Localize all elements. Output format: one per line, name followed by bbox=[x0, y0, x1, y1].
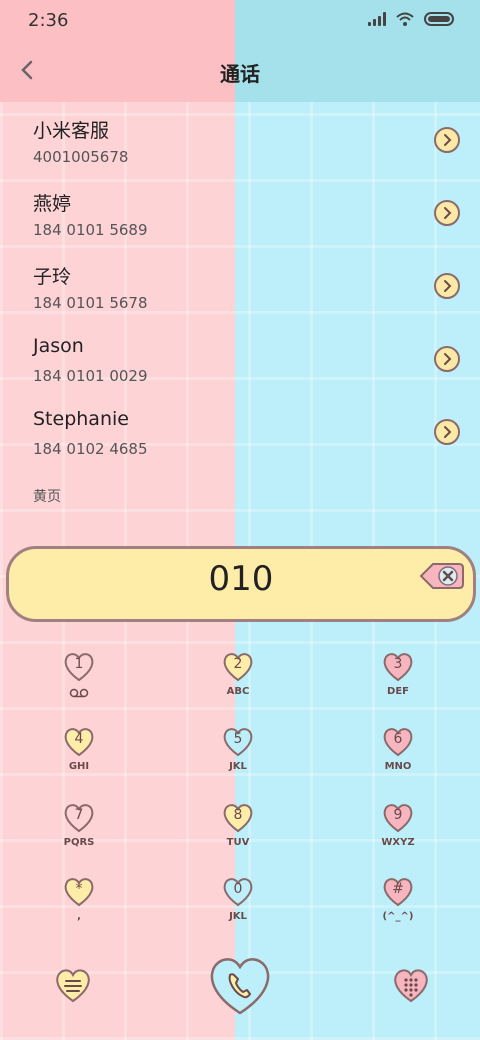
key-letters: ABC bbox=[226, 686, 250, 697]
contact-phone: 184 0101 5689 bbox=[33, 221, 148, 239]
backspace-icon[interactable] bbox=[419, 561, 465, 591]
key-digit: # bbox=[392, 881, 404, 897]
contact-phone: 184 0102 4685 bbox=[33, 440, 148, 458]
key-2[interactable]: 2 ABC bbox=[198, 652, 278, 722]
contact-row[interactable]: 小米客服 4001005678 bbox=[0, 116, 480, 188]
contact-row[interactable]: 燕婷 184 0101 5689 bbox=[0, 189, 480, 261]
key-0[interactable]: 0 JKL bbox=[198, 877, 278, 947]
key-letters: (^_^) bbox=[382, 911, 414, 922]
contact-row[interactable]: 子玲 184 0101 5678 bbox=[0, 262, 480, 334]
key-letters: GHI bbox=[68, 761, 90, 772]
key-4[interactable]: 4 GHI bbox=[39, 727, 119, 797]
voicemail-icon bbox=[69, 688, 89, 698]
contact-row[interactable]: Jason 184 0101 0029 bbox=[0, 335, 480, 407]
contact-name: 燕婷 bbox=[33, 193, 72, 215]
signal-icon bbox=[368, 12, 386, 26]
chevron-right-icon[interactable] bbox=[434, 127, 460, 153]
key-digit: 4 bbox=[74, 731, 84, 747]
status-icons bbox=[368, 12, 454, 26]
page-title: 通话 bbox=[220, 62, 260, 86]
contact-phone: 184 0101 5678 bbox=[33, 294, 148, 312]
key-9[interactable]: 9 WXYZ bbox=[358, 803, 438, 873]
contact-phone: 184 0101 0029 bbox=[33, 367, 148, 385]
key-8[interactable]: 8 TUV bbox=[198, 803, 278, 873]
contact-row[interactable]: Stephanie 184 0102 4685 bbox=[0, 408, 480, 480]
chevron-right-icon[interactable] bbox=[434, 419, 460, 445]
menu-icon[interactable] bbox=[54, 968, 92, 1004]
contact-name: 小米客服 bbox=[33, 120, 110, 142]
chevron-right-icon[interactable] bbox=[434, 346, 460, 372]
key-digit: 8 bbox=[233, 807, 243, 823]
section-header-yellow-pages[interactable]: 黄页 bbox=[33, 486, 61, 506]
status-bar: 2:36 bbox=[0, 0, 480, 42]
key-letters: TUV bbox=[226, 837, 250, 848]
chevron-right-icon[interactable] bbox=[434, 273, 460, 299]
key-3[interactable]: 3 DEF bbox=[358, 652, 438, 722]
contact-name: 子玲 bbox=[33, 266, 72, 288]
key-digit: 5 bbox=[233, 731, 243, 747]
contact-name: Jason bbox=[33, 335, 84, 357]
phone-icon[interactable] bbox=[206, 955, 274, 1017]
contact-name: Stephanie bbox=[33, 408, 129, 430]
key-digit: 9 bbox=[393, 807, 403, 823]
key-digit: 0 bbox=[233, 881, 243, 897]
key-5[interactable]: 5 JKL bbox=[198, 727, 278, 797]
key-digit: * bbox=[75, 881, 83, 897]
key-letters: DEF bbox=[387, 686, 409, 697]
wifi-icon bbox=[396, 12, 414, 26]
battery-icon bbox=[424, 12, 454, 26]
key-letters: WXYZ bbox=[381, 837, 415, 848]
key-digit: 7 bbox=[74, 807, 84, 823]
key-digit: 6 bbox=[393, 731, 403, 747]
key-1[interactable]: 1 bbox=[39, 652, 119, 722]
key-digit: 2 bbox=[233, 656, 243, 672]
key-6[interactable]: 6 MNO bbox=[358, 727, 438, 797]
dialed-number: 010 bbox=[208, 559, 274, 599]
key-letters: JKL bbox=[229, 761, 247, 772]
contact-phone: 4001005678 bbox=[33, 148, 129, 166]
key-digit: 3 bbox=[393, 656, 403, 672]
key-letters: PQRS bbox=[63, 837, 95, 848]
key-hash[interactable]: # (^_^) bbox=[358, 877, 438, 947]
key-letters: , bbox=[77, 911, 81, 922]
dialpad-icon[interactable] bbox=[392, 968, 430, 1004]
status-time: 2:36 bbox=[28, 10, 69, 31]
key-star[interactable]: * , bbox=[39, 877, 119, 947]
key-7[interactable]: 7 PQRS bbox=[39, 803, 119, 873]
chevron-right-icon[interactable] bbox=[434, 200, 460, 226]
key-letters: JKL bbox=[229, 911, 247, 922]
dial-number-display: 010 bbox=[6, 546, 476, 622]
key-digit: 1 bbox=[74, 656, 84, 672]
key-letters: MNO bbox=[384, 761, 412, 772]
header: 通话 bbox=[0, 42, 480, 102]
